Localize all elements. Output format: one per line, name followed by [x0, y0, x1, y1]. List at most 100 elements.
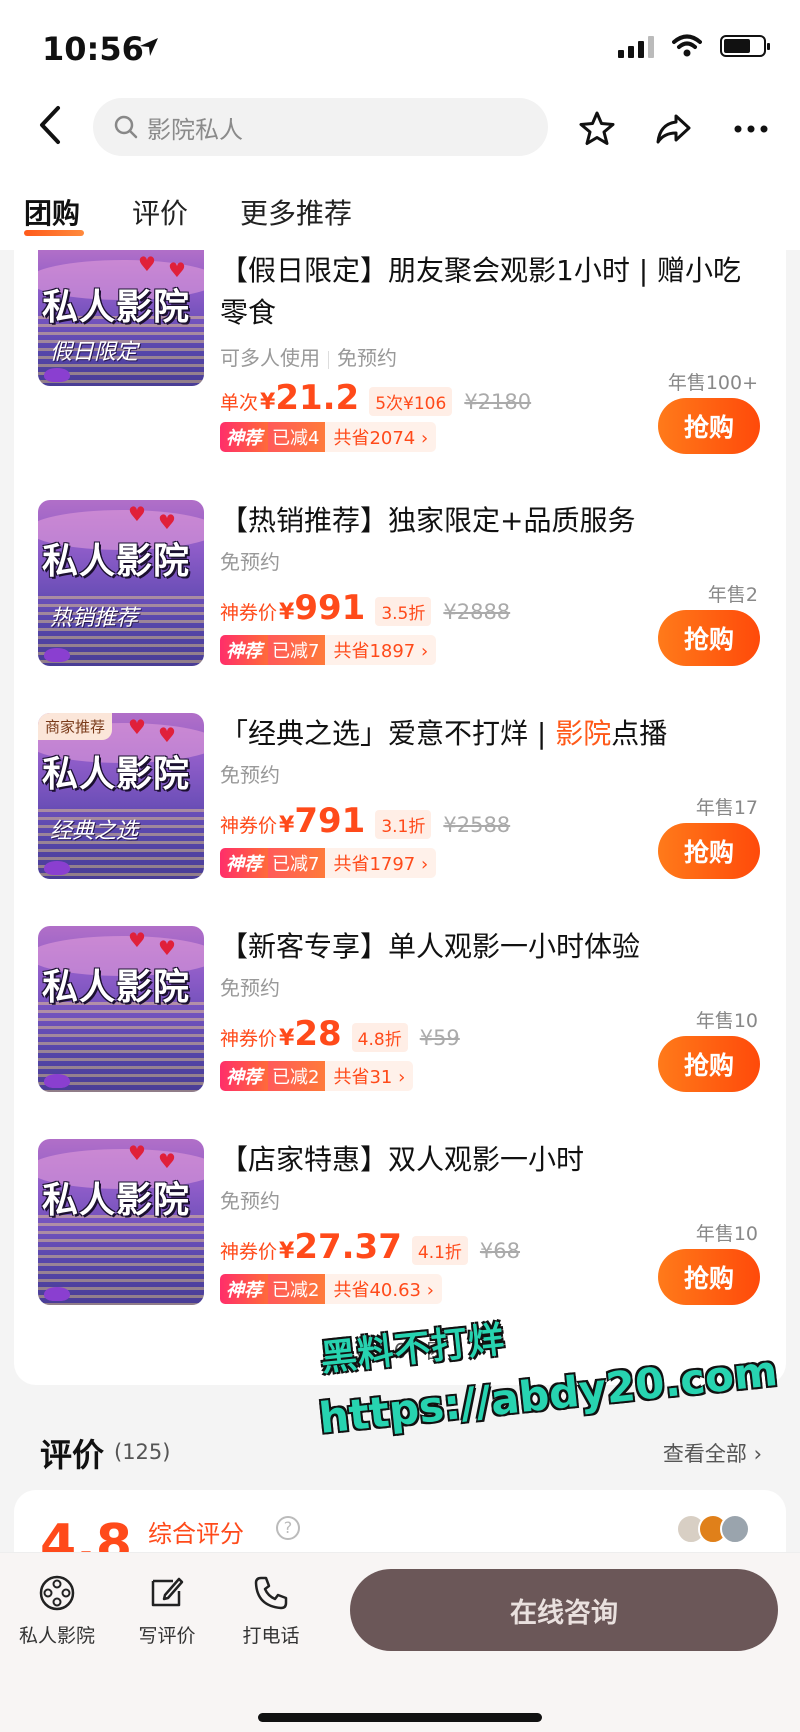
deal-price: 21.2 — [275, 378, 360, 418]
edit-review-icon — [151, 1577, 184, 1607]
online-consult-button[interactable]: 在线咨询 — [350, 1569, 778, 1651]
search-placeholder: 影院私人 — [147, 115, 243, 144]
buy-button[interactable]: 抢购 — [658, 1036, 760, 1092]
deal-item[interactable]: ♥ ♥ 私人影院 假日限定 【假日限定】朋友聚会观影1小时 | 赠小吃零食 可多… — [14, 250, 786, 454]
heart-icon: ♥ — [128, 502, 146, 526]
promo-tag[interactable]: 神荐 已减2 共省40.63 › — [220, 1274, 442, 1304]
deal-tags: 免预约 — [220, 763, 280, 787]
help-question-icon[interactable]: ? — [276, 1516, 300, 1540]
deal-item[interactable]: ♥ ♥ 私人影院 【店家特惠】双人观影一小时 免预约 神券价 ¥ 27.37 4… — [14, 1139, 786, 1329]
deal-thumbnail: ♥ ♥ 私人影院 — [38, 926, 204, 1092]
original-price: ¥2588 — [443, 813, 511, 837]
promo-tag[interactable]: 神荐 已减4 共省2074 › — [220, 422, 437, 452]
sales-count: 年售17 — [695, 797, 758, 819]
tab-group-buy[interactable]: 团购 — [24, 192, 80, 232]
active-tab-indicator — [24, 230, 84, 236]
call-button[interactable]: 打电话 — [226, 1573, 316, 1648]
avatar — [720, 1514, 750, 1544]
top-nav-bar: 影院私人 — [0, 90, 800, 180]
reviewer-avatars — [676, 1514, 750, 1544]
bottom-action-bar: 私人影院 写评价 打电话 在线咨询 — [0, 1552, 800, 1732]
cellular-signal-icon — [618, 34, 654, 58]
promo-tag[interactable]: 神荐 已减7 共省1897 › — [220, 635, 437, 665]
write-review-label: 写评价 — [138, 1625, 196, 1647]
thumbnail-subtitle: 热销推荐 — [50, 606, 139, 631]
deal-title: 【新客专享】单人观影一小时体验 — [220, 930, 641, 963]
deal-thumbnail: ♥ ♥ 私人影院 假日限定 — [38, 250, 204, 386]
share-icon[interactable] — [652, 108, 694, 150]
heart-icon: ♥ — [158, 936, 176, 960]
heart-icon: ♥ — [158, 1149, 176, 1173]
sales-count: 年售10 — [695, 1010, 758, 1032]
deal-title: 【热销推荐】独家限定+品质服务 — [220, 504, 636, 537]
deal-thumbnail: ♥ ♥ 私人影院 热销推荐 — [38, 500, 204, 666]
search-icon — [114, 115, 138, 139]
sales-count: 年售10 — [695, 1223, 758, 1245]
merchant-recommend-badge: 商家推荐 — [38, 713, 113, 740]
status-bar: 10:56 — [0, 0, 800, 90]
price-row: 神券价 ¥ 28 4.8折 ¥59 — [220, 1014, 460, 1054]
buy-button[interactable]: 抢购 — [658, 398, 760, 454]
discount-badge: 3.5折 — [375, 597, 432, 626]
tab-bar: 团购 评价 更多推荐 — [0, 180, 800, 250]
write-review-button[interactable]: 写评价 — [122, 1573, 212, 1648]
buy-button[interactable]: 抢购 — [658, 823, 760, 879]
price-row: 神券价 ¥ 27.37 4.1折 ¥68 — [220, 1227, 521, 1267]
deal-item[interactable]: ♥ ♥ 私人影院 【新客专享】单人观影一小时体验 免预约 神券价 ¥ 28 4.… — [14, 926, 786, 1116]
price-row: 神券价 ¥ 991 3.5折 ¥2888 — [220, 588, 511, 628]
status-time: 10:56 — [42, 30, 144, 68]
deal-item[interactable]: ♥ ♥ 私人影院 经典之选 商家推荐 「经典之选」爱意不打烊 | 影院点播 免预… — [14, 713, 786, 903]
reviews-section-header: 评价 (125) 查看全部 › — [0, 1420, 800, 1480]
deal-thumbnail: ♥ ♥ 私人影院 — [38, 1139, 204, 1305]
reviews-title: 评价 — [40, 1436, 105, 1474]
deal-tags: 免预约 — [220, 1189, 280, 1213]
original-price: ¥59 — [419, 1026, 460, 1050]
original-price: ¥2180 — [464, 390, 532, 414]
call-label: 打电话 — [242, 1625, 300, 1647]
deal-thumbnail: ♥ ♥ 私人影院 经典之选 商家推荐 — [38, 713, 204, 879]
promo-tag[interactable]: 神荐 已减7 共省1797 › — [220, 848, 437, 878]
home-indicator — [258, 1713, 542, 1722]
film-reel-icon — [39, 1575, 75, 1611]
back-arrow-icon[interactable] — [30, 100, 70, 150]
deals-card: ♥ ♥ 私人影院 假日限定 【假日限定】朋友聚会观影1小时 | 赠小吃零食 可多… — [14, 250, 786, 1385]
deal-title: 【假日限定】朋友聚会观影1小时 | 赠小吃零食 — [220, 254, 742, 329]
price-row: 神券价 ¥ 791 3.1折 ¥2588 — [220, 801, 511, 841]
sales-count: 年售100+ — [667, 372, 758, 394]
thumbnail-title: 私人影院 — [42, 540, 191, 582]
more-dots-icon[interactable] — [730, 108, 772, 150]
original-price: ¥68 — [479, 1239, 521, 1263]
store-home-label: 私人影院 — [18, 1625, 95, 1647]
thumbnail-title: 私人影院 — [42, 1179, 191, 1221]
heart-icon: ♥ — [128, 928, 146, 952]
heart-icon: ♥ — [128, 715, 146, 739]
thumbnail-title: 私人影院 — [42, 286, 191, 328]
deal-item[interactable]: ♥ ♥ 私人影院 热销推荐 【热销推荐】独家限定+品质服务 免预约 神券价 ¥ … — [14, 500, 786, 690]
buy-button[interactable]: 抢购 — [658, 1249, 760, 1305]
discount-badge: 5次¥106 — [369, 387, 453, 416]
deal-tags: 免预约 — [220, 976, 280, 1000]
heart-icon: ♥ — [158, 510, 176, 534]
buy-button[interactable]: 抢购 — [658, 610, 760, 666]
location-arrow-icon — [140, 38, 158, 56]
search-input[interactable]: 影院私人 — [93, 98, 548, 156]
favorite-star-icon[interactable] — [576, 108, 618, 150]
discount-badge: 3.1折 — [375, 810, 432, 839]
tab-reviews[interactable]: 评价 — [132, 192, 188, 232]
original-price: ¥2888 — [443, 600, 511, 624]
view-all-reviews-link[interactable]: 查看全部 › — [663, 1438, 762, 1468]
store-home-button[interactable]: 私人影院 — [12, 1573, 102, 1648]
thumbnail-title: 私人影院 — [42, 753, 191, 795]
deal-price: 791 — [294, 801, 366, 841]
deal-price: 27.37 — [294, 1227, 402, 1267]
wifi-icon — [672, 34, 702, 57]
price-row: 单次 ¥ 21.2 5次¥106 ¥2180 — [220, 378, 532, 418]
reviews-count: (125) — [114, 1440, 171, 1464]
heart-icon: ♥ — [128, 1141, 146, 1165]
deal-price: 28 — [294, 1014, 342, 1054]
discount-badge: 4.8折 — [351, 1023, 408, 1052]
deal-title: 「经典之选」爱意不打烊 | 影院点播 — [220, 717, 668, 750]
promo-tag[interactable]: 神荐 已减2 共省31 › — [220, 1061, 414, 1091]
tab-more-recommendations[interactable]: 更多推荐 — [240, 192, 352, 232]
sales-count: 年售2 — [707, 584, 758, 606]
